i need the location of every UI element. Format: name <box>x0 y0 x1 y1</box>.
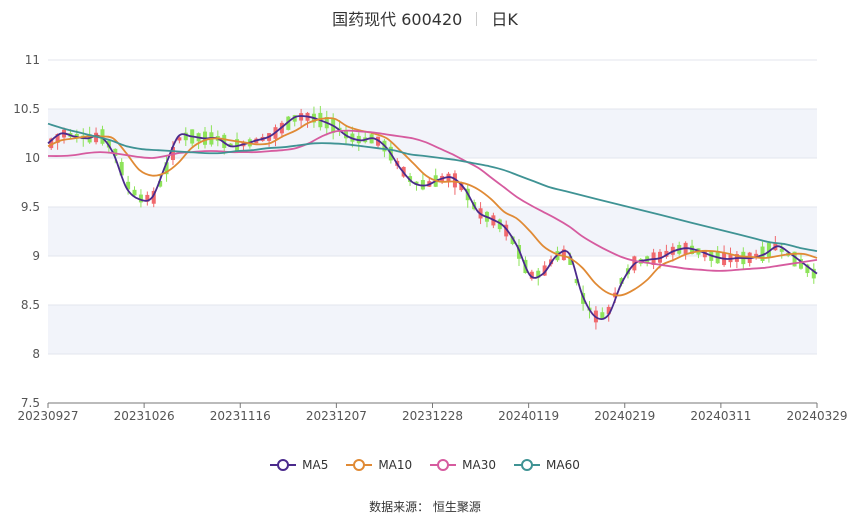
x-tick-label: 20230927 <box>17 409 78 423</box>
source-value: 恒生聚源 <box>432 500 481 514</box>
y-tick-label: 10 <box>25 151 40 165</box>
legend-label: MA30 <box>462 458 497 472</box>
x-tick-label: 20231116 <box>210 409 271 423</box>
x-axis: 20230927 20231026 20231116 20231207 20231228… <box>17 402 848 423</box>
x-tick-label: 20240329 <box>786 409 847 423</box>
legend-item-ma10[interactable]: MA10 <box>346 458 412 472</box>
plot-band <box>48 207 817 256</box>
legend-marker-icon <box>270 459 297 471</box>
kline-chart: 1110.5109.598.587.5 20230927 20231026 2023… <box>13 53 848 423</box>
plot-band <box>48 305 817 354</box>
y-tick-label: 8.5 <box>21 298 40 312</box>
legend-item-ma30[interactable]: MA30 <box>430 458 496 472</box>
y-tick-label: 10.5 <box>13 102 40 116</box>
legend-marker-icon <box>514 459 541 471</box>
legend-label: MA10 <box>378 458 413 472</box>
legend-item-ma5[interactable]: MA5 <box>270 458 328 472</box>
y-tick-label: 11 <box>25 53 40 67</box>
data-source: 数据来源： 恒生聚源 <box>0 498 850 515</box>
y-tick-label: 8 <box>32 347 40 361</box>
y-tick-label: 7.5 <box>21 396 40 410</box>
legend-marker-icon <box>346 459 373 471</box>
legend-label: MA60 <box>546 458 580 472</box>
x-tick-label: 20240219 <box>594 409 655 423</box>
x-tick-label: 20231228 <box>402 409 463 423</box>
y-axis: 11 10.5 10 9.5 9 8.5 8 7.5 <box>13 53 40 410</box>
x-tick-label: 20240119 <box>498 409 559 423</box>
legend-marker-icon <box>430 459 457 471</box>
y-tick-label: 9 <box>32 249 40 263</box>
x-tick-label: 20240311 <box>690 409 751 423</box>
x-tick-label: 20231207 <box>306 409 367 423</box>
source-label: 数据来源： <box>369 500 430 514</box>
x-tick-label: 20231026 <box>114 409 175 423</box>
y-tick-label: 9.5 <box>21 200 40 214</box>
legend-item-ma60[interactable]: MA60 <box>514 458 580 472</box>
legend-label: MA5 <box>302 458 329 472</box>
legend: MA5 MA10 MA30 MA60 <box>0 458 850 472</box>
